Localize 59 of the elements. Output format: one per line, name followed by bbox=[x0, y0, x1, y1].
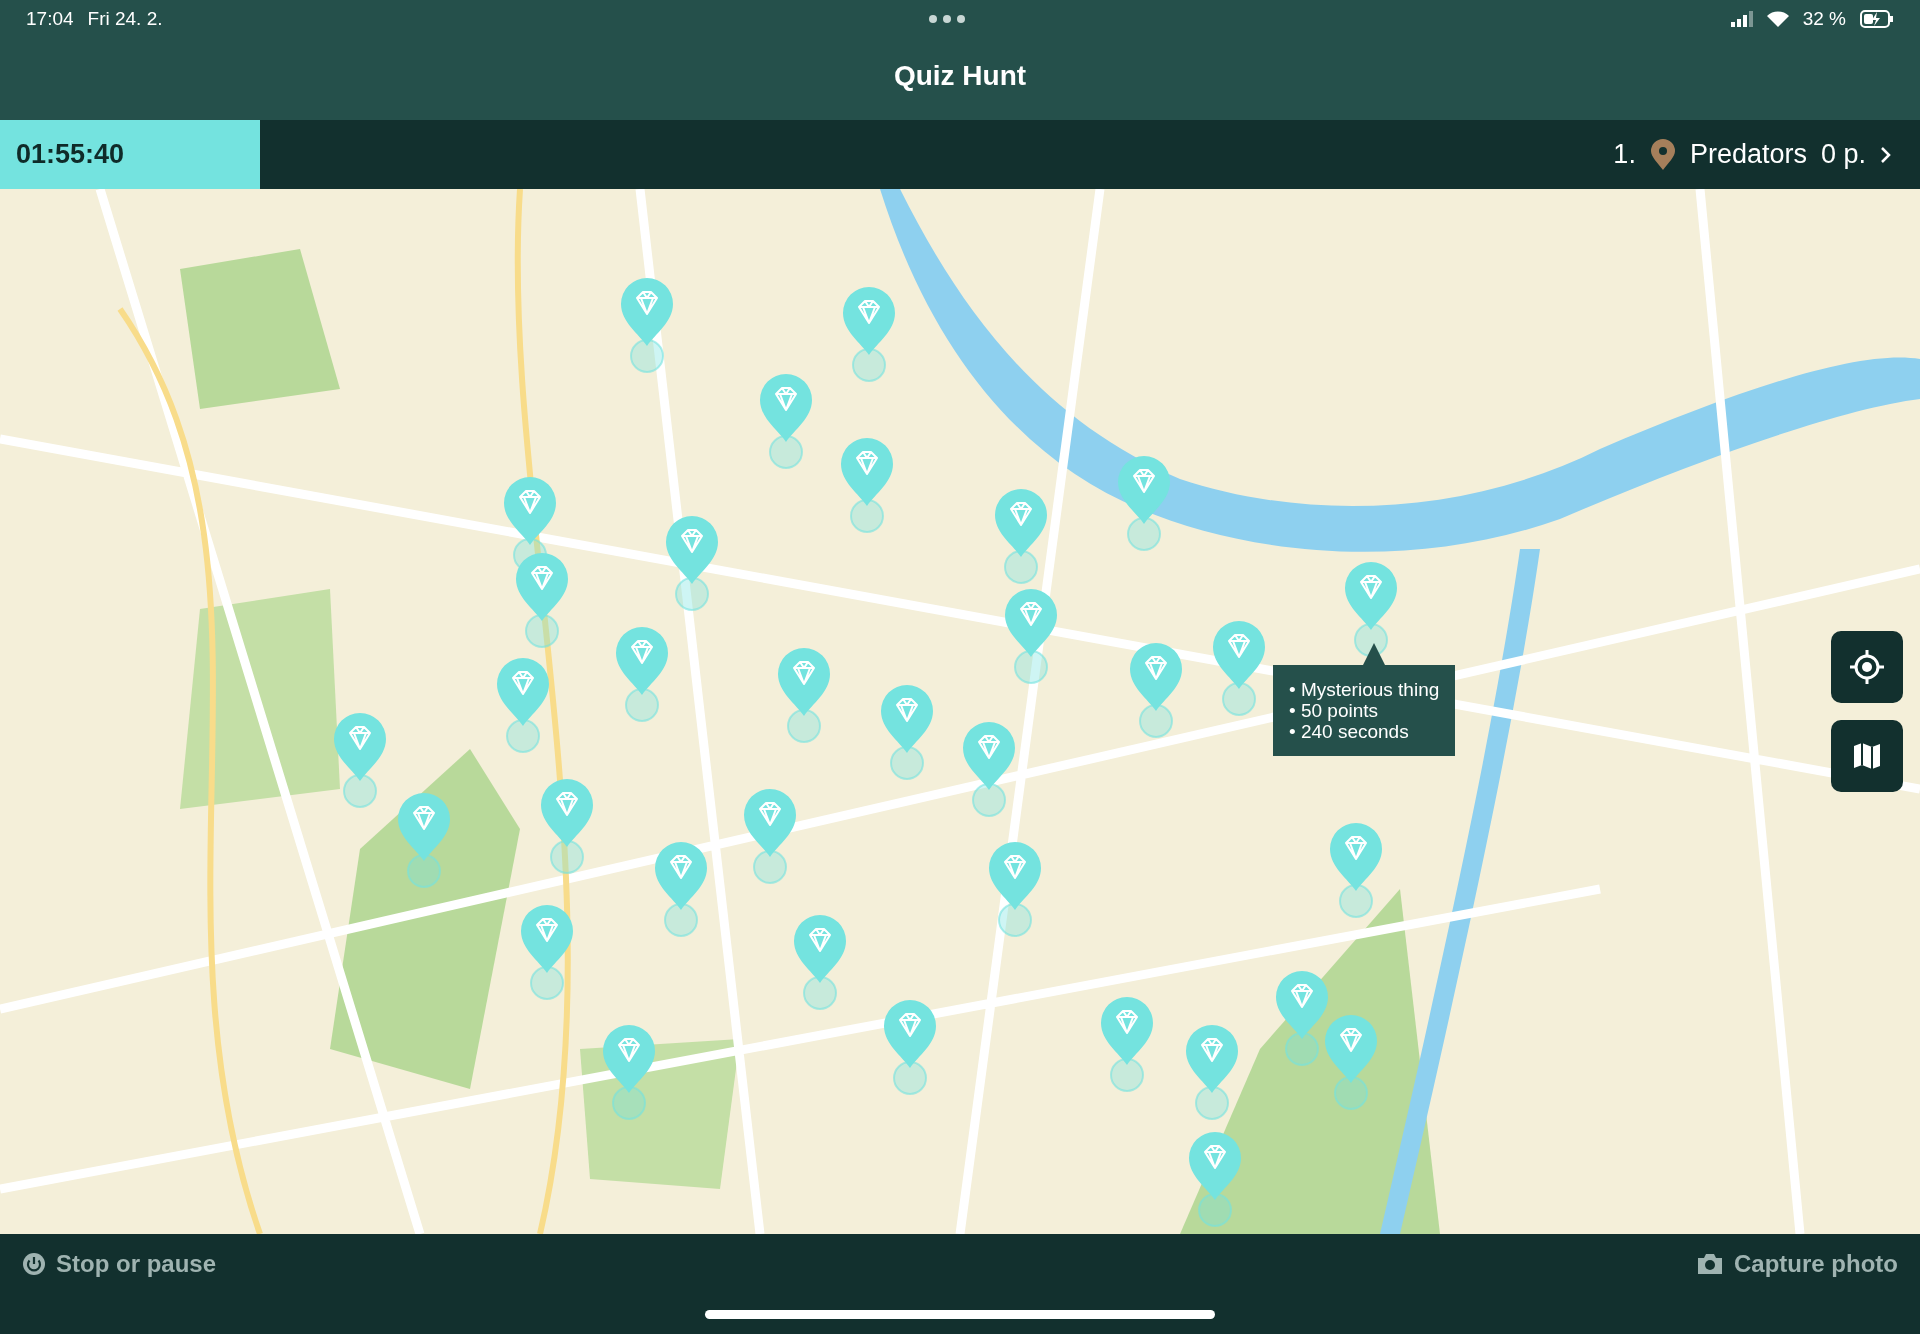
stop-pause-button[interactable]: Stop or pause bbox=[18, 1246, 221, 1282]
signal-icon bbox=[1730, 11, 1753, 27]
map-view-button[interactable] bbox=[1831, 720, 1903, 792]
pin-shadow bbox=[629, 339, 664, 374]
tooltip-line: • 50 points bbox=[1289, 700, 1380, 721]
pin-shadow bbox=[1222, 682, 1257, 717]
pin-shadow bbox=[852, 347, 887, 382]
status-date: Fri 24. 2. bbox=[87, 8, 163, 30]
pin-shadow bbox=[1138, 704, 1173, 739]
pin-shadow bbox=[998, 902, 1033, 937]
pin-shadow bbox=[1014, 650, 1048, 685]
camera-icon bbox=[1696, 1252, 1724, 1276]
countdown-timer: 01:55:40 bbox=[0, 120, 260, 189]
pin-shadow bbox=[787, 709, 822, 744]
pin-shadow bbox=[549, 840, 584, 875]
pin-shadow bbox=[1109, 1058, 1144, 1093]
capture-photo-button[interactable]: Capture photo bbox=[1692, 1246, 1902, 1282]
pin-shadow bbox=[612, 1086, 647, 1121]
pin-shadow bbox=[890, 745, 925, 780]
team-rank: 1. bbox=[1613, 139, 1636, 170]
pin-shadow bbox=[892, 1060, 927, 1095]
pin-shadow bbox=[769, 434, 804, 469]
tooltip-line: • 240 seconds bbox=[1289, 721, 1410, 742]
battery-percent: 32 % bbox=[1802, 8, 1846, 30]
wifi-icon bbox=[1766, 11, 1789, 27]
pin-shadow bbox=[1126, 516, 1161, 551]
pin-shadow bbox=[1354, 623, 1389, 658]
pin-shadow bbox=[1197, 1192, 1232, 1227]
team-name[interactable]: Predators bbox=[1689, 139, 1807, 170]
pin-shadow bbox=[624, 688, 659, 723]
more-dots-icon bbox=[928, 15, 965, 23]
pin-shadow bbox=[1195, 1086, 1230, 1121]
locate-icon bbox=[1849, 649, 1885, 685]
pin-shadow bbox=[530, 966, 565, 1001]
pin-shadow bbox=[849, 498, 884, 533]
tooltip-line: • Mysterious thing bbox=[1289, 679, 1440, 700]
app-title: Quiz Hunt bbox=[892, 59, 1028, 93]
locate-button[interactable] bbox=[1831, 631, 1903, 703]
pin-shadow bbox=[1284, 1032, 1319, 1067]
map-pin-icon bbox=[1649, 138, 1676, 171]
map-icon bbox=[1851, 740, 1883, 772]
pin-shadow bbox=[343, 774, 377, 809]
power-icon bbox=[22, 1252, 46, 1276]
status-time: 17:04 bbox=[26, 8, 74, 30]
pin-shadow bbox=[406, 853, 441, 888]
pin-shadow bbox=[674, 576, 709, 611]
chevron-right-icon[interactable] bbox=[1880, 145, 1892, 164]
pin-shadow bbox=[1333, 1076, 1368, 1111]
pin-shadow bbox=[663, 902, 698, 937]
pin-shadow bbox=[803, 976, 838, 1011]
team-points: 0 p. bbox=[1820, 139, 1866, 170]
pin-shadow bbox=[753, 849, 788, 884]
home-indicator[interactable] bbox=[705, 1310, 1215, 1319]
pin-shadow bbox=[1004, 549, 1039, 584]
pin-shadow bbox=[972, 782, 1007, 817]
pin-shadow bbox=[525, 613, 560, 648]
pin-shadow bbox=[1338, 884, 1373, 919]
pin-shadow bbox=[505, 718, 540, 753]
battery-icon bbox=[1860, 10, 1894, 28]
